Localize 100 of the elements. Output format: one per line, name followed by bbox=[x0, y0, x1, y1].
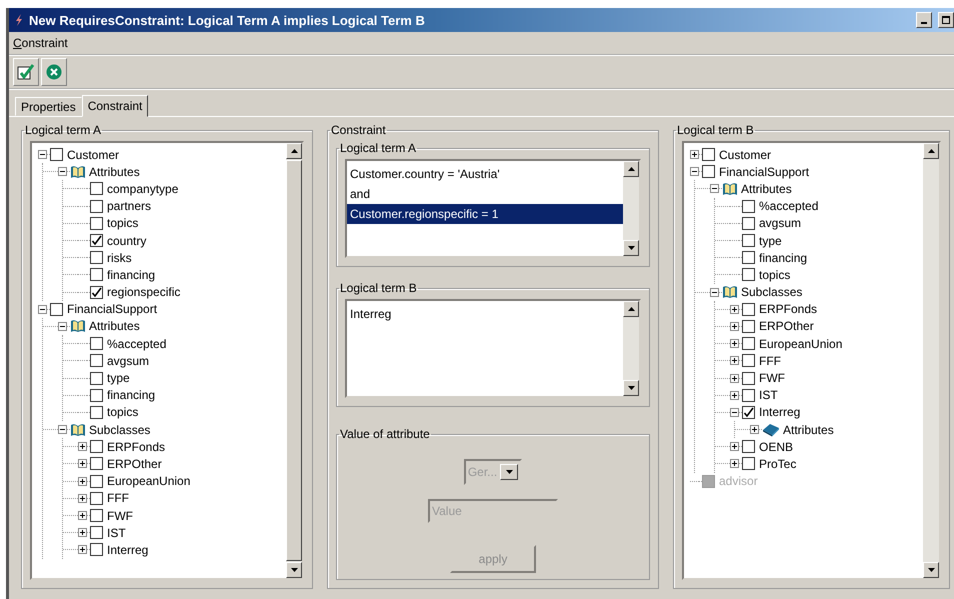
checkbox[interactable] bbox=[90, 234, 103, 248]
checkbox[interactable] bbox=[90, 526, 103, 540]
checkbox[interactable] bbox=[90, 440, 103, 454]
expand-toggle-icon[interactable] bbox=[730, 390, 739, 400]
tree-item-label[interactable]: type bbox=[759, 234, 782, 248]
checkbox[interactable] bbox=[742, 406, 755, 419]
expand-toggle-icon[interactable] bbox=[78, 528, 87, 538]
expand-toggle-icon[interactable] bbox=[730, 339, 739, 348]
scroll-up-button[interactable] bbox=[286, 143, 302, 159]
scroll-up-button[interactable] bbox=[923, 143, 939, 159]
tab[interactable]: Properties bbox=[15, 97, 82, 116]
checkbox[interactable] bbox=[742, 354, 755, 368]
scroll-down-button[interactable] bbox=[623, 380, 639, 396]
checkbox[interactable] bbox=[742, 388, 755, 402]
expand-toggle-icon[interactable] bbox=[750, 425, 759, 434]
checkbox[interactable] bbox=[742, 268, 755, 282]
tree-item-label[interactable]: EuropeanUnion bbox=[759, 336, 842, 351]
checkbox[interactable] bbox=[742, 457, 755, 470]
tree-item-label[interactable]: avgsum bbox=[107, 354, 150, 368]
checkbox[interactable] bbox=[742, 302, 755, 316]
expand-toggle-icon[interactable] bbox=[78, 494, 87, 503]
scrollbar[interactable] bbox=[623, 301, 639, 396]
list-item[interactable]: and bbox=[347, 184, 623, 204]
menu-item[interactable]: Constraint bbox=[13, 36, 68, 50]
tree-item-label[interactable]: avgsum bbox=[759, 216, 802, 230]
tree-item-label[interactable]: Attributes bbox=[783, 422, 834, 437]
tree-item-label[interactable]: IST bbox=[759, 388, 778, 402]
collapse-toggle-icon[interactable] bbox=[710, 288, 719, 297]
checkbox[interactable] bbox=[90, 251, 103, 264]
collapse-toggle-icon[interactable] bbox=[710, 184, 719, 194]
tree-item-label[interactable]: FinancialSupport bbox=[719, 164, 810, 179]
list-item[interactable]: Customer.country = 'Austria' bbox=[347, 164, 623, 184]
tree-item-label[interactable]: Customer bbox=[719, 148, 772, 162]
tree-item-label[interactable]: FinancialSupport bbox=[67, 302, 158, 316]
checkbox[interactable] bbox=[742, 337, 755, 350]
tree-item-label[interactable]: Attributes bbox=[89, 319, 140, 334]
tree-item-label[interactable]: Attributes bbox=[89, 164, 140, 179]
collapse-toggle-icon[interactable] bbox=[730, 408, 739, 417]
scroll-down-button[interactable] bbox=[623, 240, 639, 256]
tree-item-label[interactable]: regionspecific bbox=[107, 285, 180, 300]
checkbox[interactable] bbox=[90, 268, 103, 282]
tree-item-label[interactable]: financing bbox=[107, 268, 156, 282]
checkbox[interactable] bbox=[90, 337, 103, 350]
checkbox[interactable] bbox=[742, 216, 755, 230]
tree-item-label[interactable]: ERPFonds bbox=[759, 302, 818, 316]
expand-toggle-icon[interactable] bbox=[730, 356, 739, 366]
apply-button[interactable] bbox=[13, 58, 39, 86]
tree-item-label[interactable]: FFF bbox=[107, 491, 129, 506]
tree-item-label[interactable]: ERPFonds bbox=[107, 440, 166, 454]
collapse-toggle-icon[interactable] bbox=[58, 322, 67, 331]
scroll-up-button[interactable] bbox=[623, 301, 639, 317]
collapse-toggle-icon[interactable] bbox=[690, 167, 699, 176]
checkbox[interactable] bbox=[90, 216, 103, 230]
checkbox[interactable] bbox=[90, 372, 103, 385]
tree-item-label[interactable]: Interreg bbox=[759, 405, 800, 420]
checkbox[interactable] bbox=[50, 148, 63, 162]
tree-item-label[interactable]: partners bbox=[107, 199, 152, 214]
tree-item-label[interactable]: FFF bbox=[759, 354, 781, 368]
tree-item-label[interactable]: Subclasses bbox=[741, 285, 802, 300]
expand-toggle-icon[interactable] bbox=[78, 511, 87, 520]
checkbox[interactable] bbox=[90, 543, 103, 556]
checkbox[interactable] bbox=[90, 200, 103, 213]
checkbox[interactable] bbox=[90, 388, 103, 402]
collapse-toggle-icon[interactable] bbox=[58, 425, 67, 434]
checkbox[interactable] bbox=[742, 234, 755, 248]
checkbox[interactable] bbox=[90, 286, 103, 299]
tree-item-label[interactable]: financing bbox=[759, 250, 808, 265]
tree-item-label[interactable]: risks bbox=[107, 250, 132, 265]
checkbox[interactable] bbox=[742, 440, 755, 454]
tree-item-label[interactable]: EuropeanUnion bbox=[107, 474, 190, 488]
expand-toggle-icon[interactable] bbox=[78, 442, 87, 452]
checkbox[interactable] bbox=[90, 457, 103, 470]
checkbox[interactable] bbox=[90, 492, 103, 505]
tree-item-label[interactable]: Subclasses bbox=[89, 422, 150, 437]
tree-item-label[interactable]: ERPOther bbox=[107, 456, 162, 471]
tree-item-label[interactable]: country bbox=[107, 234, 146, 248]
tree-item-label[interactable]: financing bbox=[107, 388, 156, 402]
tree-item-label[interactable]: Customer bbox=[67, 148, 120, 162]
scroll-down-button[interactable] bbox=[923, 562, 939, 578]
tree-item-label[interactable]: Attributes bbox=[741, 182, 792, 196]
collapse-toggle-icon[interactable] bbox=[38, 150, 47, 160]
checkbox[interactable] bbox=[90, 406, 103, 419]
tree-item-label[interactable]: %accepted bbox=[759, 199, 818, 214]
maximize-button[interactable] bbox=[938, 12, 954, 28]
expand-toggle-icon[interactable] bbox=[78, 545, 87, 554]
tree-item-label[interactable]: type bbox=[107, 371, 130, 386]
expand-toggle-icon[interactable] bbox=[730, 459, 739, 468]
scroll-down-button[interactable] bbox=[286, 562, 302, 578]
tree-item-label[interactable]: topics bbox=[107, 216, 138, 230]
collapse-toggle-icon[interactable] bbox=[38, 304, 47, 314]
scrollbar[interactable] bbox=[623, 161, 639, 256]
tree-item-label[interactable]: Interreg bbox=[107, 542, 148, 557]
scroll-up-button[interactable] bbox=[623, 161, 639, 177]
tree-item-label[interactable]: IST bbox=[107, 526, 126, 540]
collapse-toggle-icon[interactable] bbox=[58, 167, 67, 176]
tree-item-label[interactable]: ERPOther bbox=[759, 319, 814, 334]
checkbox[interactable] bbox=[90, 474, 103, 488]
tree-item-label[interactable]: companytype bbox=[107, 182, 178, 196]
checkbox[interactable] bbox=[742, 372, 755, 385]
tab[interactable]: Constraint bbox=[82, 95, 148, 117]
